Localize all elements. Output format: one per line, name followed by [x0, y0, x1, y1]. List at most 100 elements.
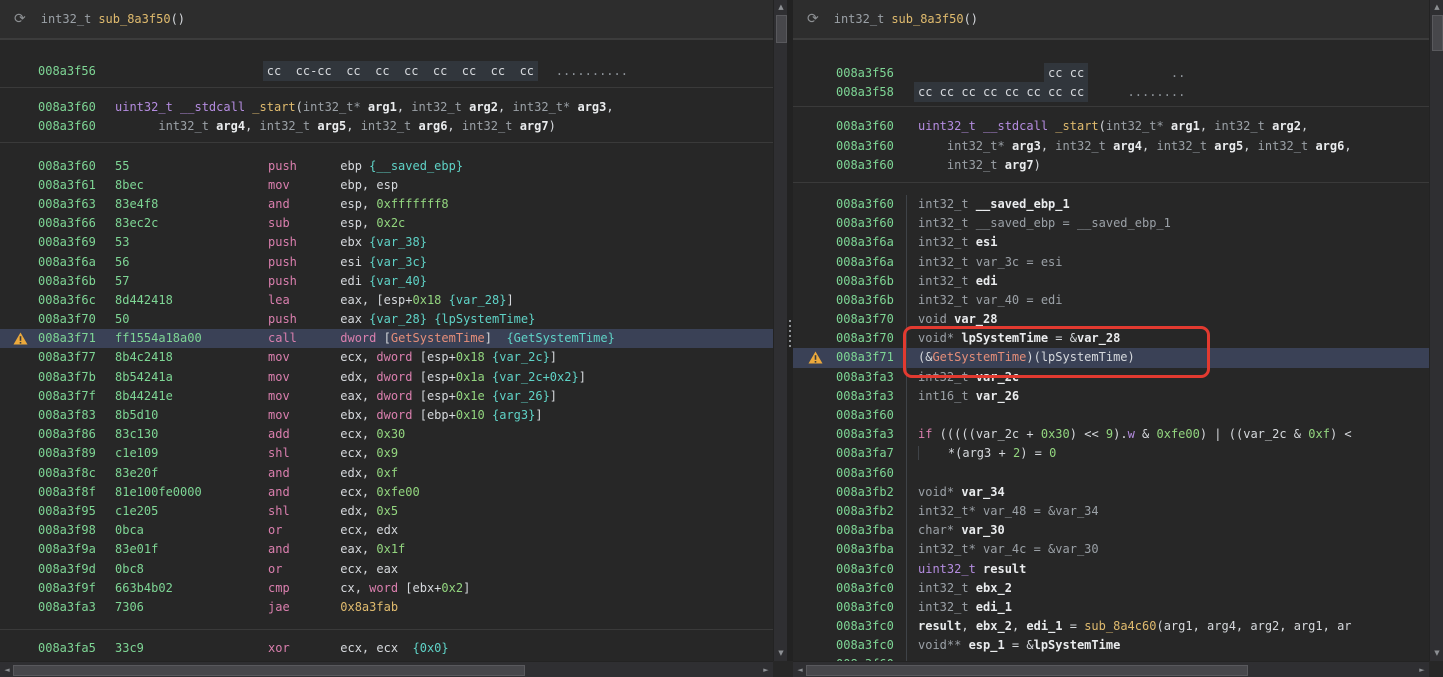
address[interactable]: 008a3fc0	[836, 560, 899, 579]
text[interactable]: var_2c	[1243, 427, 1286, 441]
disasm-row[interactable]: 008a3f6683ec2csub esp, 0x2c	[0, 214, 773, 233]
disasm-row[interactable]: 008a3f9d0bc8or ecx, eax	[0, 560, 773, 579]
identifier[interactable]: ebx_2	[976, 581, 1012, 595]
identifier[interactable]: var_28	[1077, 331, 1120, 345]
code-row[interactable]: 008a3fb2void* var_34	[793, 483, 1429, 502]
address[interactable]: 008a3f9a	[38, 540, 115, 559]
code-row[interactable]: 008a3f70void* lpSystemTime = &var_28	[793, 329, 1429, 348]
ellipsis-dots[interactable]: ..........	[556, 64, 628, 78]
annotation[interactable]: {__saved_ebp}	[369, 159, 463, 173]
text[interactable]: [ebp+	[420, 408, 456, 422]
code-row[interactable]: 008a3fbachar* var_30	[793, 521, 1429, 540]
annotation[interactable]: {var_26}	[492, 389, 550, 403]
scroll-right-icon[interactable]: ►	[759, 663, 773, 677]
text[interactable]: &	[1287, 427, 1309, 441]
address[interactable]: 008a3f7f	[38, 387, 115, 406]
number[interactable]: 0x30	[376, 427, 405, 441]
type[interactable]: int32_t	[1055, 139, 1106, 153]
address[interactable]: 008a3f56	[38, 62, 115, 81]
signature-row[interactable]: 008a3f60 int32_t* arg3, int32_t arg4, in…	[793, 137, 1429, 156]
address[interactable]: 008a3f60	[836, 156, 899, 175]
number[interactable]: 0xfe00	[376, 485, 419, 499]
refresh-icon[interactable]: ⟳	[14, 11, 26, 27]
dim-statement[interactable]: int32_t __saved_ebp = __saved_ebp_1	[918, 216, 1171, 230]
instruction-bytes[interactable]: 8d442418	[115, 291, 268, 310]
text[interactable]: ,	[397, 100, 411, 114]
instruction-bytes[interactable]: 0bca	[115, 521, 268, 540]
text[interactable]	[1265, 119, 1272, 133]
text[interactable]	[485, 350, 492, 364]
address[interactable]: 008a3fc0	[836, 617, 899, 636]
text[interactable]: [ebx+	[405, 581, 441, 595]
address[interactable]: 008a3f70	[38, 310, 115, 329]
text[interactable]: [esp+	[420, 370, 456, 384]
text[interactable]: ) =	[1020, 446, 1049, 460]
keyword[interactable]: dword	[376, 408, 419, 422]
address[interactable]: 008a3f6a	[38, 253, 115, 272]
keyword[interactable]: word	[369, 581, 405, 595]
address[interactable]: 008a3f8f	[38, 483, 115, 502]
address[interactable]: 008a3fa3	[38, 598, 115, 617]
address[interactable]: 008a3f63	[38, 195, 115, 214]
address[interactable]: 008a3fa7	[836, 444, 899, 463]
function-name[interactable]: sub_8a3f50	[98, 12, 170, 26]
type-keyword[interactable]: uint32_t	[918, 562, 983, 576]
identifier[interactable]: arg6	[419, 119, 448, 133]
address[interactable]: 008a3f89	[38, 444, 115, 463]
text[interactable]: ]	[535, 408, 542, 422]
address[interactable]: 008a3f60	[38, 98, 115, 117]
text[interactable]: edx,	[340, 466, 376, 480]
instruction-bytes[interactable]: 663b4b02	[115, 579, 268, 598]
instruction-bytes[interactable]: 50	[115, 310, 268, 329]
keyword[interactable]: dword	[376, 350, 419, 364]
text[interactable]: edx,	[340, 370, 376, 384]
address[interactable]: 008a3f60	[836, 195, 899, 214]
disasm-row[interactable]: 008a3f9f663b4b02cmp cx, word [ebx+0x2]	[0, 579, 773, 598]
type[interactable]: void*	[918, 485, 961, 499]
text[interactable]	[115, 119, 158, 133]
scrollbar-thumb[interactable]	[1432, 15, 1443, 51]
disasm-row[interactable]: 008a3f7050push eax {var_28} {lpSystemTim…	[0, 310, 773, 329]
text[interactable]: =	[1063, 619, 1085, 633]
code-row[interactable]: 008a3fba int32_t* var_4c = &var_30	[793, 540, 1429, 559]
instruction-bytes[interactable]: c1e109	[115, 444, 268, 463]
identifier[interactable]: var_30	[961, 523, 1004, 537]
type[interactable]: int32_t	[361, 119, 412, 133]
text[interactable]	[1164, 119, 1171, 133]
number[interactable]: 0x1a	[456, 370, 485, 384]
dim-statement[interactable]: int32_t* var_4c = &var_30	[918, 542, 1099, 556]
signature-row[interactable]: 008a3f60 int32_t arg4, int32_t arg5, int…	[0, 117, 773, 136]
text[interactable]: eax,	[340, 389, 376, 403]
text[interactable]: )	[549, 119, 556, 133]
text[interactable]: ]	[550, 350, 557, 364]
identifier[interactable]: result	[918, 619, 961, 633]
number[interactable]: 0x2	[441, 581, 463, 595]
keyword[interactable]: jae	[268, 600, 340, 614]
text[interactable]: esi	[340, 255, 369, 269]
text[interactable]	[173, 100, 180, 114]
address[interactable]: 008a3f70	[836, 329, 899, 348]
address[interactable]: 008a3fc0	[836, 636, 899, 655]
number[interactable]: 0x9	[376, 446, 398, 460]
instruction-bytes[interactable]: 83e20f	[115, 464, 268, 483]
type[interactable]: int32_t*	[947, 139, 1005, 153]
address[interactable]: 008a3fba	[836, 540, 899, 559]
identifier[interactable]: var_28	[954, 312, 997, 326]
disasm-row[interactable]: 008a3f8683c130add ecx, 0x30	[0, 425, 773, 444]
text[interactable]	[1005, 139, 1012, 153]
keyword[interactable]: and	[268, 466, 340, 480]
address[interactable]: 008a3f95	[38, 502, 115, 521]
dim-statement[interactable]: int32_t var_3c = esi	[918, 255, 1063, 269]
address[interactable]: 008a3f56	[836, 64, 899, 83]
function-name[interactable]: sub_8a3f50	[891, 12, 963, 26]
keyword[interactable]: dword	[376, 370, 419, 384]
instruction-bytes[interactable]: 53	[115, 233, 268, 252]
number[interactable]: 0x10	[456, 408, 485, 422]
text[interactable]: ]	[550, 389, 557, 403]
disasm-row[interactable]: 008a3f6383e4f8and esp, 0xfffffff8	[0, 195, 773, 214]
function-name[interactable]: _start	[252, 100, 295, 114]
keyword[interactable]: dword	[340, 331, 383, 345]
disasm-row[interactable]: 008a3f838b5d10mov ebx, dword [ebp+0x10 {…	[0, 406, 773, 425]
byte-values[interactable]: cc cc cc cc cc cc cc cc	[914, 82, 1088, 102]
code-row[interactable]: 008a3f71(&GetSystemTime)(lpSystemTime)	[793, 348, 1429, 367]
